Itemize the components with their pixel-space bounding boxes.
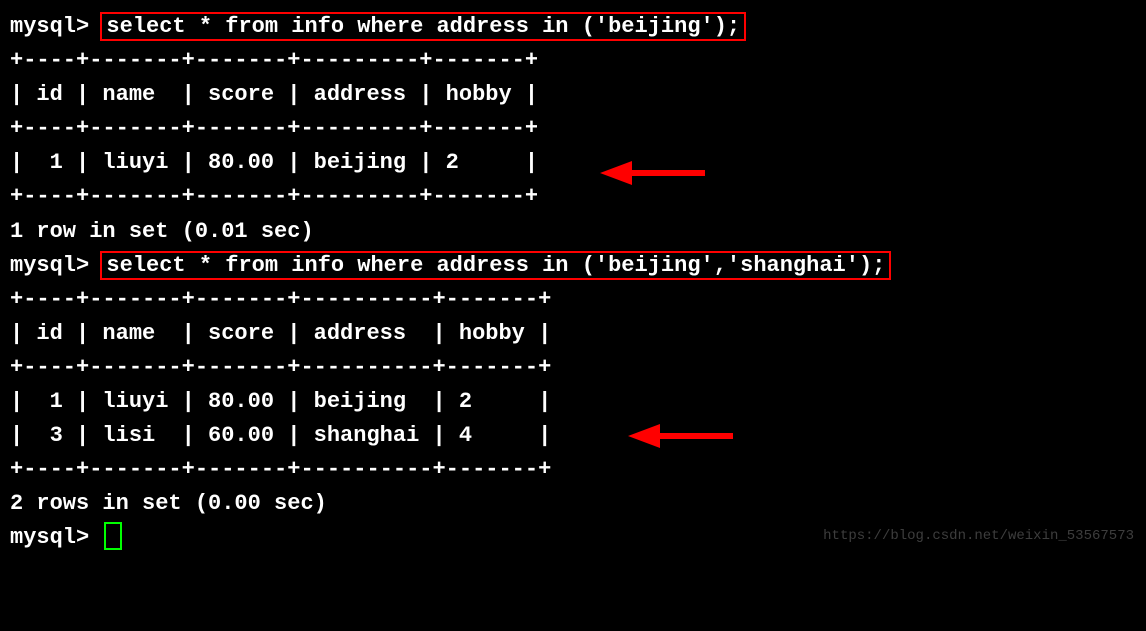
terminal: mysql> select * from info where address … bbox=[0, 0, 1146, 556]
query2-line: mysql> select * from info where address … bbox=[10, 249, 1136, 283]
query1-border-mid: +----+-------+-------+---------+-------+ bbox=[10, 112, 1136, 146]
query1-header-row: | id | name | score | address | hobby | bbox=[10, 78, 1136, 112]
mysql-prompt: mysql> bbox=[10, 14, 102, 39]
arrow-icon-2 bbox=[618, 418, 738, 458]
query2-data-row-0: | 1 | liuyi | 80.00 | beijing | 2 | bbox=[10, 385, 1136, 419]
query2-border-bot: +----+-------+-------+----------+-------… bbox=[10, 453, 1136, 487]
query2-header-row: | id | name | score | address | hobby | bbox=[10, 317, 1136, 351]
query2-border-top: +----+-------+-------+----------+-------… bbox=[10, 283, 1136, 317]
query1-status: 1 row in set (0.01 sec) bbox=[10, 215, 1136, 249]
cursor-icon bbox=[104, 522, 122, 550]
query1-sql-highlight: select * from info where address in ('be… bbox=[100, 12, 746, 41]
query1-border-top: +----+-------+-------+---------+-------+ bbox=[10, 44, 1136, 78]
query2-sql-highlight: select * from info where address in ('be… bbox=[100, 251, 891, 280]
query1-data-row-0: | 1 | liuyi | 80.00 | beijing | 2 | bbox=[10, 146, 1136, 180]
query1-line: mysql> select * from info where address … bbox=[10, 10, 1136, 44]
mysql-prompt: mysql> bbox=[10, 525, 102, 550]
watermark-text: https://blog.csdn.net/weixin_53567573 bbox=[823, 526, 1134, 548]
mysql-prompt: mysql> bbox=[10, 253, 102, 278]
query2-border-mid: +----+-------+-------+----------+-------… bbox=[10, 351, 1136, 385]
query2-status: 2 rows in set (0.00 sec) bbox=[10, 487, 1136, 521]
query1-border-bot: +----+-------+-------+---------+-------+ bbox=[10, 180, 1136, 214]
query2-data-row-1: | 3 | lisi | 60.00 | shanghai | 4 | bbox=[10, 419, 1136, 453]
arrow-icon-1 bbox=[590, 155, 710, 195]
